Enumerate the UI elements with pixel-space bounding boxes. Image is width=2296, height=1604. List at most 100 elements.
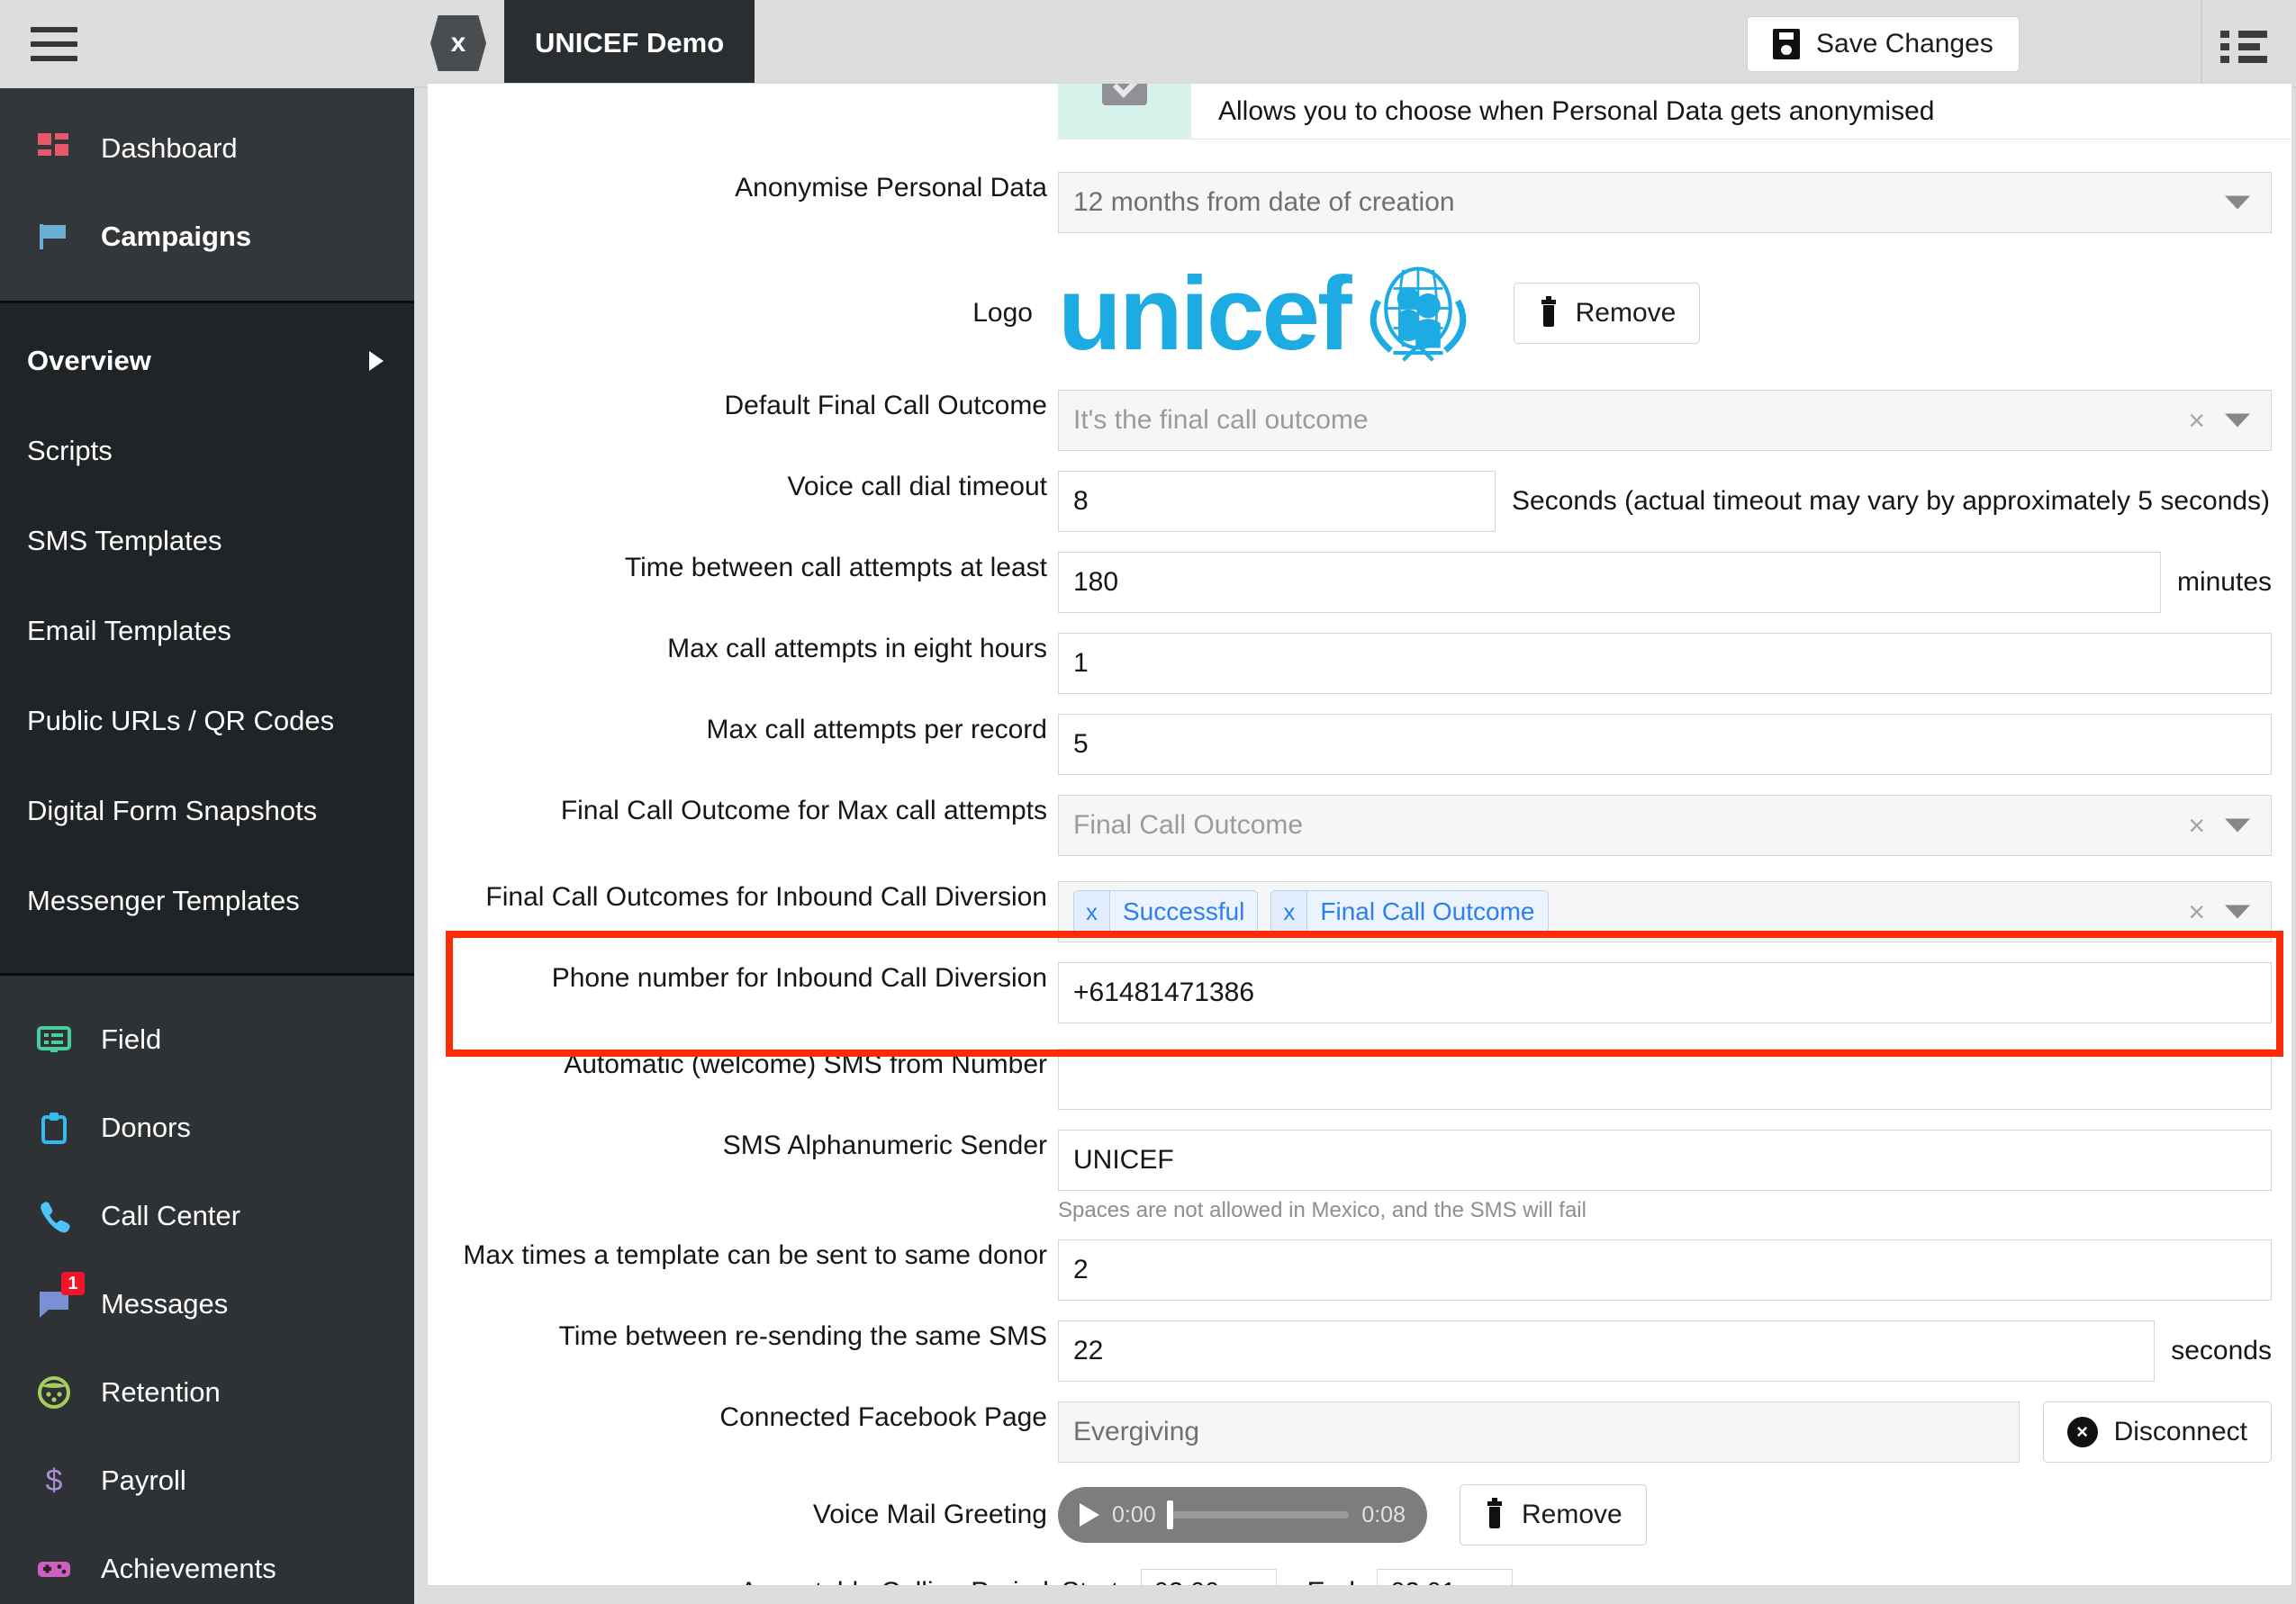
sidebar-subitem-label: Overview — [27, 345, 151, 376]
chevron-down-icon[interactable] — [2225, 818, 2250, 833]
row-automatic-welcome-sms-number: Automatic (welcome) SMS from Number — [428, 1049, 2291, 1110]
field-label: Acceptable Calling Period — [428, 1576, 1049, 1585]
disconnect-label: Disconnect — [2113, 1417, 2247, 1446]
sidebar-item-sms-templates[interactable]: SMS Templates — [0, 496, 414, 586]
row-acceptable-calling-period: Acceptable Calling Period Start: 02:00 p… — [428, 1569, 2291, 1585]
inbound-diversion-phone-input[interactable]: +61481471386 — [1058, 962, 2272, 1023]
sidebar-item-messages[interactable]: 1 Messages — [0, 1260, 414, 1348]
row-max-call-attempts-per-record: Max call attempts per record 5 — [428, 714, 2291, 775]
sidebar-item-label: Achievements — [101, 1553, 276, 1584]
sidebar-item-email-templates[interactable]: Email Templates — [0, 586, 414, 676]
sidebar-item-campaigns[interactable]: Campaigns — [0, 193, 414, 281]
clear-icon[interactable]: × — [2188, 897, 2205, 926]
default-final-call-outcome-value: It's the final call outcome — [1073, 405, 1369, 435]
clear-icon[interactable]: × — [2188, 811, 2205, 840]
close-tab-button[interactable]: x — [430, 15, 486, 71]
calling-period-start-input[interactable]: 02:00 pm — [1140, 1569, 1277, 1585]
remove-voicemail-button[interactable]: Remove — [1460, 1484, 1647, 1545]
sms-sender-wrap: UNICEF Spaces are not allowed in Mexico,… — [1058, 1130, 2272, 1223]
chevron-down-icon[interactable] — [2225, 195, 2250, 210]
audio-progress-knob[interactable] — [1166, 1500, 1173, 1529]
inbound-diversion-outcomes-tags[interactable]: x Successful x Final Call Outcome — [1058, 881, 2272, 942]
play-icon[interactable] — [1080, 1503, 1099, 1527]
tag-item[interactable]: x Successful — [1073, 890, 1259, 933]
max-attempts-per-record-input[interactable]: 5 — [1058, 714, 2272, 775]
unicef-logo: unicef — [1058, 260, 1481, 365]
sidebar-primary-group: Dashboard Campaigns — [0, 88, 414, 301]
messages-badge: 1 — [61, 1272, 85, 1295]
save-changes-button[interactable]: Save Changes — [1747, 16, 2020, 72]
sidebar-item-dashboard[interactable]: Dashboard — [0, 104, 414, 193]
sidebar-item-donors[interactable]: Donors — [0, 1084, 414, 1172]
row-time-between-call-attempts: Time between call attempts at least 180 … — [428, 552, 2291, 613]
x-circle-icon: × — [2066, 1417, 2098, 1447]
disconnect-facebook-button[interactable]: × Disconnect — [2042, 1401, 2272, 1463]
audio-current-time: 0:00 — [1112, 1501, 1156, 1527]
audio-progress-track[interactable] — [1166, 1500, 1350, 1529]
remove-logo-button[interactable]: Remove — [1513, 283, 1701, 344]
sidebar-item-retention[interactable]: Retention — [0, 1348, 414, 1437]
tag-remove-icon[interactable]: x — [1271, 891, 1308, 933]
sidebar-item-field[interactable]: Field — [0, 996, 414, 1084]
gamepad-icon — [34, 1549, 74, 1589]
anonymise-select-wrap: 12 months from date of creation — [1058, 172, 2272, 233]
sidebar-item-digital-form-snapshots[interactable]: Digital Form Snapshots — [0, 766, 414, 856]
final-outcome-max-attempts-select[interactable]: Final Call Outcome — [1058, 795, 2272, 856]
app-root: Dashboard Campaigns Overview Scripts SMS… — [0, 0, 2296, 1604]
calling-period-wrap: Start: 02:00 pm End: 02:01 pm — [1049, 1569, 2272, 1585]
trash-icon — [1538, 296, 1559, 327]
time-between-resending-value: 22 — [1073, 1336, 1104, 1365]
max-template-sends-wrap: 2 — [1058, 1239, 2272, 1301]
sidebar-item-overview[interactable]: Overview — [0, 316, 414, 406]
clear-icon[interactable]: × — [2188, 406, 2205, 435]
max-attempts-per-record-wrap: 5 — [1058, 714, 2272, 775]
voice-dial-timeout-input[interactable]: 8 — [1058, 471, 1496, 532]
inbound-diversion-phone-value: +61481471386 — [1073, 978, 1255, 1007]
max-attempts-eight-hours-wrap: 1 — [1058, 633, 2272, 694]
field-label: Final Call Outcomes for Inbound Call Div… — [485, 882, 1047, 912]
sidebar-subitem-label: Public URLs / QR Codes — [27, 705, 335, 736]
topbar-divider — [2201, 0, 2202, 88]
max-attempts-eight-hours-input[interactable]: 1 — [1058, 633, 2272, 694]
row-final-call-outcomes-inbound-diversion: Final Call Outcomes for Inbound Call Div… — [428, 881, 2291, 942]
checkbox-checked-icon[interactable] — [1102, 84, 1147, 105]
list-view-icon[interactable] — [2220, 31, 2267, 63]
default-final-call-outcome-select[interactable]: It's the final call outcome — [1058, 390, 2272, 451]
sidebar-item-scripts[interactable]: Scripts — [0, 406, 414, 496]
voicemail-wrap: 0:00 0:08 Remove — [1058, 1484, 2272, 1545]
main-area: x UNICEF Demo Save Changes Allows you to… — [414, 0, 2296, 1604]
sms-alphanumeric-sender-input[interactable]: UNICEF — [1058, 1130, 2272, 1191]
tag-item[interactable]: x Final Call Outcome — [1270, 890, 1549, 933]
tab-unicef-demo[interactable]: UNICEF Demo — [504, 0, 755, 87]
voicemail-audio-player[interactable]: 0:00 0:08 — [1058, 1487, 1427, 1543]
anonymise-checkbox-cell[interactable] — [1058, 84, 1191, 140]
row-logo: Logo unicef Remove — [428, 260, 2291, 365]
tag-remove-icon[interactable]: x — [1074, 891, 1110, 933]
calling-period-end-input[interactable]: 02:01 pm — [1377, 1569, 1514, 1585]
connected-facebook-page-input[interactable]: Evergiving — [1058, 1401, 2020, 1463]
sidebar-subitem-label: Digital Form Snapshots — [27, 795, 318, 826]
max-template-sends-input[interactable]: 2 — [1058, 1239, 2272, 1301]
field-label: Max times a template can be sent to same… — [463, 1240, 1047, 1270]
field-label: Final Call Outcome for Max call attempts — [560, 796, 1047, 825]
chevron-down-icon[interactable] — [2225, 905, 2250, 919]
field-label: Automatic (welcome) SMS from Number — [564, 1050, 1047, 1079]
sidebar-item-public-urls-qr-codes[interactable]: Public URLs / QR Codes — [0, 676, 414, 766]
row-connected-facebook-page: Connected Facebook Page Evergiving × Dis… — [428, 1401, 2291, 1463]
row-max-times-template-same-donor: Max times a template can be sent to same… — [428, 1239, 2291, 1301]
hamburger-menu-icon[interactable] — [31, 27, 77, 61]
voice-dial-timeout-wrap: 8 Seconds (actual timeout may vary by ap… — [1058, 471, 2272, 532]
time-between-attempts-input[interactable]: 180 — [1058, 552, 2161, 613]
sidebar-item-call-center[interactable]: Call Center — [0, 1172, 414, 1260]
welcome-sms-number-input[interactable] — [1058, 1049, 2272, 1110]
calling-period-start-label: Start: — [1062, 1577, 1126, 1585]
sidebar-item-achievements[interactable]: Achievements — [0, 1525, 414, 1604]
sidebar-item-messenger-templates[interactable]: Messenger Templates — [0, 856, 414, 946]
sidebar-item-payroll[interactable]: $ Payroll — [0, 1437, 414, 1525]
flag-icon — [34, 217, 74, 257]
time-between-resending-input[interactable]: 22 — [1058, 1320, 2156, 1382]
anonymise-select[interactable]: 12 months from date of creation — [1058, 172, 2272, 233]
anonymise-toggle-row: Allows you to choose when Personal Data … — [428, 84, 2291, 140]
chevron-down-icon[interactable] — [2225, 413, 2250, 428]
row-voice-call-dial-timeout: Voice call dial timeout 8 Seconds (actua… — [428, 471, 2291, 532]
